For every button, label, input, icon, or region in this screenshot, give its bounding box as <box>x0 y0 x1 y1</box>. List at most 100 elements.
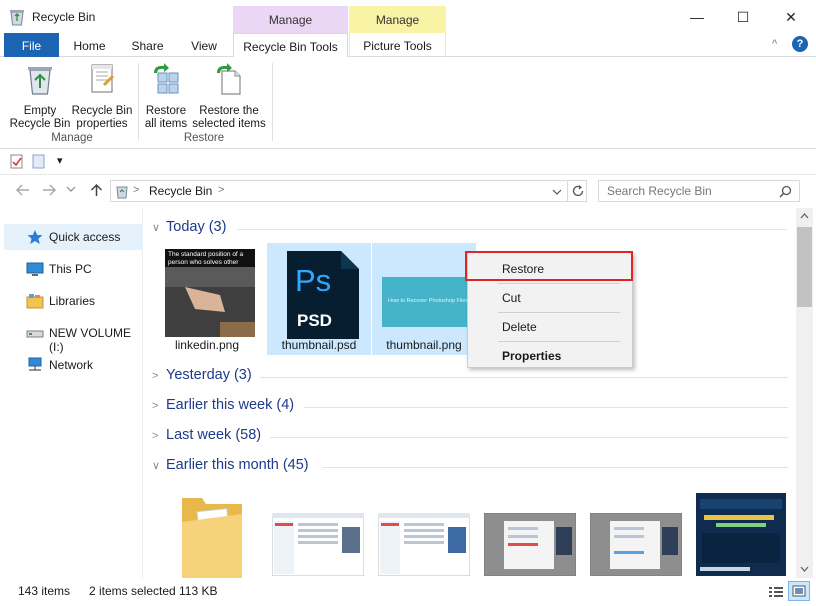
ribbon-group-separator <box>272 63 273 141</box>
recycle-bin-properties-button[interactable]: Recycle Bin properties <box>70 61 134 131</box>
address-dropdown-icon[interactable] <box>552 188 562 196</box>
nav-label: NEW VOLUME (I:) <box>49 326 132 354</box>
quick-access-toolbar: ▾ <box>0 149 816 175</box>
search-placeholder: Search Recycle Bin <box>607 184 712 198</box>
large-icons-view-button[interactable] <box>788 581 810 601</box>
window-title: Recycle Bin <box>32 10 96 24</box>
chevron-right-icon: > <box>152 400 159 412</box>
tab-file[interactable]: File <box>4 33 59 57</box>
chevron-down-icon: ∨ <box>152 222 161 234</box>
nav-item-quick-access[interactable]: Quick access <box>4 224 143 250</box>
restore-selected-items-button[interactable]: Restore the selected items <box>192 61 266 131</box>
empty-recycle-bin-label-2: Recycle Bin <box>9 118 71 130</box>
scroll-up-icon[interactable] <box>800 212 809 219</box>
recycle-bin-properties-label-1: Recycle Bin <box>71 105 133 117</box>
breadcrumb-separator[interactable]: > <box>218 184 224 196</box>
minimize-button[interactable]: — <box>674 0 720 34</box>
screenshot-thumbnail-icon[interactable] <box>378 513 470 576</box>
monitor-icon <box>26 262 44 276</box>
restore-all-icon <box>154 63 179 94</box>
group-divider <box>322 467 788 468</box>
psd-badge-text: PSD <box>297 311 332 330</box>
properties-check-icon[interactable] <box>10 154 24 169</box>
restore-selected-items-label-2: selected items <box>192 118 266 130</box>
tab-picture-tools[interactable]: Picture Tools <box>349 33 446 57</box>
menu-item-delete[interactable]: Delete <box>470 315 630 339</box>
tab-view[interactable]: View <box>178 33 230 57</box>
qat-dropdown-icon[interactable]: ▾ <box>57 154 63 167</box>
tab-share[interactable]: Share <box>120 33 175 57</box>
file-item[interactable]: Ps PSD thumbnail.psd <box>267 243 371 355</box>
drive-icon <box>26 330 44 338</box>
back-arrow-icon[interactable] <box>16 184 30 196</box>
item-count: 143 items <box>18 584 71 598</box>
tab-home[interactable]: Home <box>62 33 117 57</box>
group-header-yesterday[interactable]: > Yesterday (3) <box>152 367 788 387</box>
nav-label: Libraries <box>49 294 96 308</box>
menu-item-cut[interactable]: Cut <box>470 286 630 310</box>
help-icon[interactable]: ? <box>792 36 808 52</box>
group-label-manage: Manage <box>51 132 93 144</box>
nav-item-new-volume[interactable]: NEW VOLUME (I:) <box>4 320 143 354</box>
navigation-row: > Recycle Bin > Search Recycle Bin <box>0 176 816 206</box>
group-header-earlier-this-month[interactable]: ∨ Earlier this month (45) <box>152 457 788 477</box>
close-button[interactable]: ✕ <box>768 0 814 34</box>
group-header-today[interactable]: ∨ Today (3) <box>152 219 787 239</box>
network-icon <box>28 357 42 371</box>
nav-item-network[interactable]: Network <box>4 352 143 378</box>
restore-all-items-button[interactable]: Restore all items <box>140 61 192 131</box>
ribbon-collapse-icon[interactable]: ^ <box>772 38 777 50</box>
chevron-right-icon: > <box>152 370 159 382</box>
recycle-bin-icon <box>116 186 128 199</box>
file-name: thumbnail.psd <box>281 338 357 352</box>
screenshot-thumbnail-icon[interactable] <box>272 513 364 576</box>
navigation-pane: Quick access This PC Libraries NEW VOLUM… <box>0 208 143 578</box>
group-divider <box>304 407 788 408</box>
group-label: Last week (58) <box>166 427 262 443</box>
screenshot-thumbnail-icon[interactable] <box>484 513 576 576</box>
group-label: Today (3) <box>166 219 227 235</box>
screenshot-thumbnail-icon[interactable] <box>696 493 786 576</box>
group-header-last-week[interactable]: > Last week (58) <box>152 427 788 447</box>
recent-dropdown-icon[interactable] <box>66 185 76 193</box>
maximize-button[interactable]: ☐ <box>720 0 766 34</box>
breadcrumb-separator[interactable]: > <box>133 184 139 196</box>
file-thumbnail: How to Recover Photoshop Files <box>382 277 472 327</box>
file-name: thumbnail.png <box>386 338 462 352</box>
file-item[interactable]: How to Recover Photoshop Files thumbnail… <box>372 243 476 355</box>
tab-recycle-bin-tools[interactable]: Recycle Bin Tools <box>233 33 348 58</box>
empty-bin-icon <box>28 67 52 95</box>
menu-separator <box>498 341 620 342</box>
search-icon[interactable] <box>779 185 792 198</box>
scroll-down-icon[interactable] <box>800 566 809 573</box>
recycle-bin-icon <box>10 10 24 26</box>
file-item[interactable]: The standard position of a person who so… <box>155 243 259 355</box>
nav-label: This PC <box>49 262 92 276</box>
scrollbar-thumb[interactable] <box>797 227 812 307</box>
refresh-icon[interactable] <box>571 184 585 198</box>
context-header-manage-picture: Manage <box>349 6 446 33</box>
group-divider <box>260 377 788 378</box>
new-folder-icon[interactable] <box>32 154 46 169</box>
star-icon <box>27 230 43 244</box>
file-thumbnail: The standard position of a person who so… <box>165 249 255 337</box>
restore-all-items-label-2: all items <box>144 118 188 130</box>
nav-item-libraries[interactable]: Libraries <box>4 288 143 314</box>
details-view-icon[interactable] <box>768 585 784 599</box>
address-bar[interactable]: > Recycle Bin > <box>110 180 587 202</box>
forward-arrow-icon[interactable] <box>42 184 56 196</box>
search-input[interactable]: Search Recycle Bin <box>598 180 800 202</box>
up-arrow-icon[interactable] <box>90 183 103 197</box>
group-label: Yesterday (3) <box>166 367 252 383</box>
group-header-earlier-this-week[interactable]: > Earlier this week (4) <box>152 397 788 417</box>
empty-recycle-bin-button[interactable]: Empty Recycle Bin <box>8 61 72 131</box>
menu-item-properties[interactable]: Properties <box>470 344 630 368</box>
ribbon-group-separator <box>138 63 139 141</box>
folder-icon[interactable] <box>178 488 246 578</box>
recycle-bin-properties-label-2: properties <box>76 118 128 130</box>
screenshot-thumbnail-icon[interactable] <box>590 513 682 576</box>
restore-all-items-label-1: Restore <box>145 105 187 117</box>
empty-recycle-bin-label-1: Empty <box>23 105 57 117</box>
nav-item-this-pc[interactable]: This PC <box>4 256 143 282</box>
breadcrumb-recycle-bin[interactable]: Recycle Bin <box>149 184 212 198</box>
